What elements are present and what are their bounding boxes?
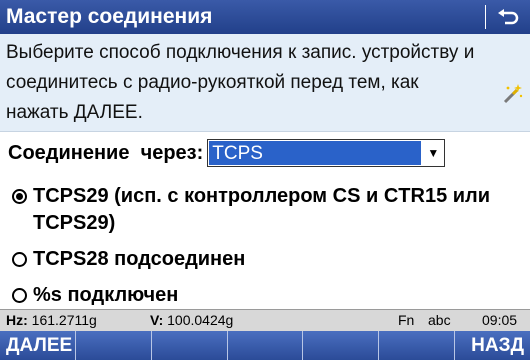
softkey-6[interactable]: [379, 331, 456, 360]
status-bar: Hz: 161.2711g V: 100.0424g Fn abc 09:05: [0, 309, 530, 331]
radio-option-label: TCPS29 (исп. с контроллером CS и CTR15 и…: [33, 185, 491, 234]
clock: 09:05: [482, 312, 518, 328]
back-button[interactable]: НАЗД: [455, 331, 530, 360]
input-mode-indicator: abc: [428, 312, 451, 328]
radio-checked-icon[interactable]: [12, 189, 27, 204]
radio-option-tcps29[interactable]: TCPS29 (исп. с контроллером CS и CTR15 и…: [12, 183, 522, 239]
dropdown-arrow-icon[interactable]: ▼: [422, 140, 444, 166]
radio-option-connected[interactable]: %s подключен: [12, 282, 522, 310]
hz-readout: Hz: 161.2711g: [6, 310, 97, 331]
connection-select[interactable]: TCPS ▼: [207, 139, 446, 167]
info-message: Выберите способ подключения к запис. уст…: [6, 42, 475, 123]
v-readout: V: 100.0424g: [150, 310, 233, 331]
magic-wand-icon: [500, 82, 524, 106]
hz-value: 161.2711g: [31, 312, 97, 328]
hz-label: Hz:: [6, 312, 28, 328]
softkey-3[interactable]: [152, 331, 228, 360]
connection-select-value[interactable]: TCPS: [209, 141, 422, 165]
radio-option-label: %s подключен: [33, 284, 179, 306]
v-label: V:: [150, 312, 164, 328]
next-button[interactable]: ДАЛЕЕ: [0, 331, 76, 360]
window-title: Мастер соединения: [6, 5, 213, 28]
title-bar: Мастер соединения: [0, 0, 530, 34]
radio-option-label: TCPS28 подсоединен: [33, 248, 246, 270]
fn-indicator: Fn: [398, 312, 415, 328]
radio-unchecked-icon[interactable]: [12, 252, 27, 267]
connection-options: TCPS29 (исп. с контроллером CS и CTR15 и…: [12, 183, 522, 310]
connection-label: Соединение через:: [8, 141, 204, 164]
return-arrow-icon[interactable]: [486, 0, 530, 34]
connection-row: Соединение через: TCPS ▼: [8, 138, 446, 168]
softkey-bar: ДАЛЕЕ НАЗД: [0, 331, 530, 360]
softkey-2[interactable]: [76, 331, 152, 360]
softkey-4[interactable]: [228, 331, 304, 360]
v-value: 100.0424g: [167, 312, 234, 328]
softkey-5[interactable]: [303, 331, 380, 360]
radio-option-tcps28[interactable]: TCPS28 подсоединен: [12, 246, 522, 278]
info-panel: Выберите способ подключения к запис. уст…: [0, 34, 530, 132]
radio-unchecked-icon[interactable]: [12, 288, 27, 303]
